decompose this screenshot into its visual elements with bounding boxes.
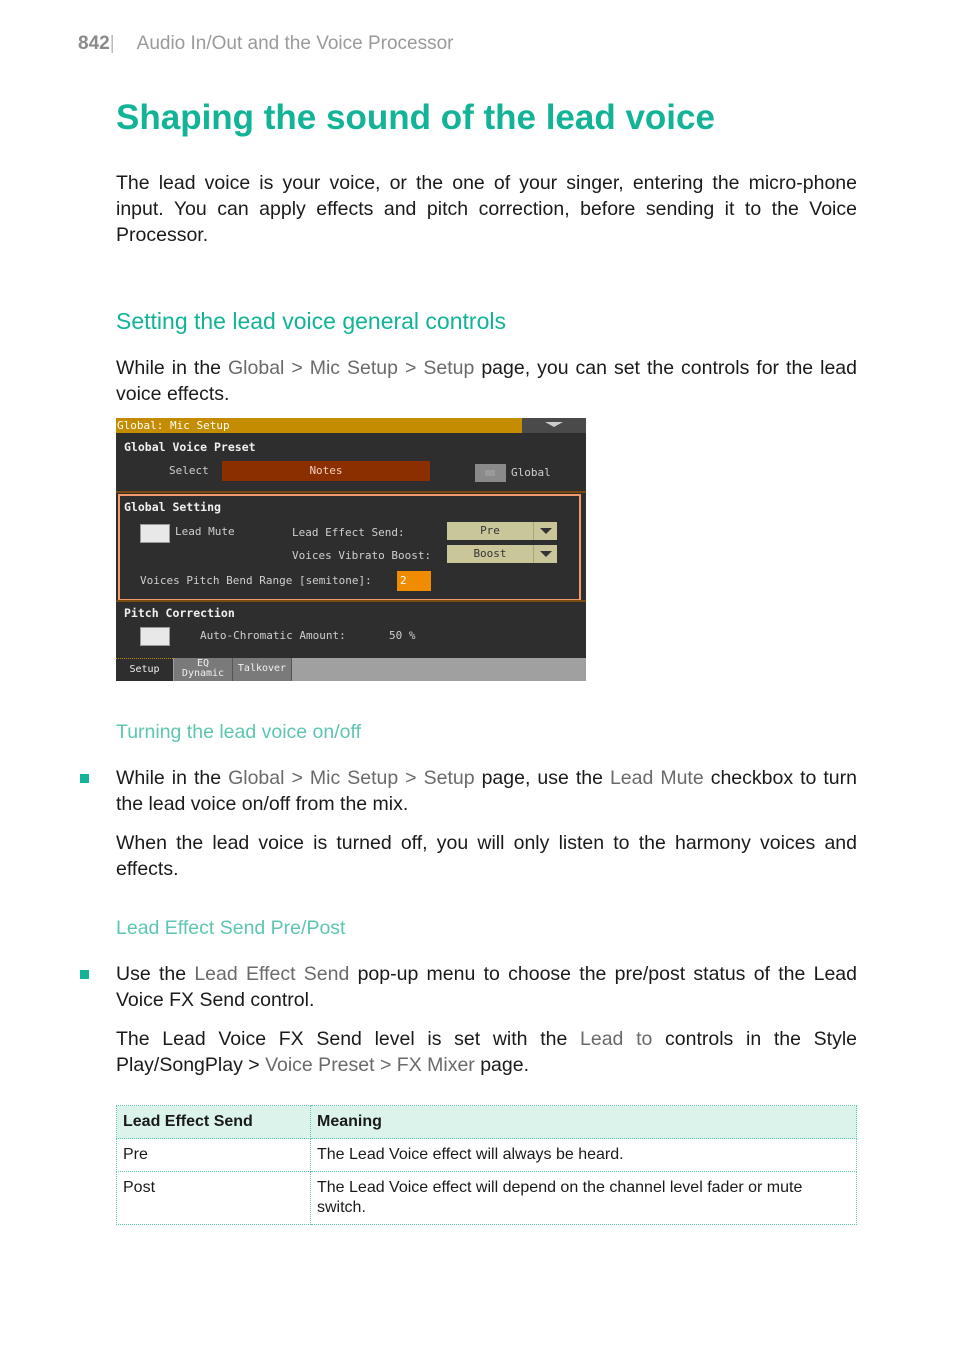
page-menu-button[interactable]	[522, 418, 586, 433]
ui-ref-lead-effect-send: Lead Effect Send	[194, 963, 350, 985]
pitch-bend-field[interactable]: 2	[397, 571, 431, 591]
vibrato-boost-dropdown[interactable]: Boost	[447, 545, 557, 563]
section-paragraph: While in the Global > Mic Setup > Setup …	[116, 355, 857, 407]
header-separator: |	[109, 33, 115, 54]
lead-effect-send-label: Lead Effect Send:	[292, 526, 405, 539]
page-header: 842| Audio In/Out and the Voice Processor	[78, 33, 454, 55]
ui-ref-setup: Setup	[423, 357, 475, 379]
text: The Lead Voice FX Send level is set with…	[116, 1028, 580, 1050]
global-checkbox-label: Global	[511, 466, 551, 479]
column-header: Meaning	[310, 1105, 857, 1139]
column-header: Lead Effect Send	[116, 1105, 311, 1139]
lead-mute-checkbox[interactable]	[140, 524, 170, 543]
table-row: Pre The Lead Voice effect will always be…	[116, 1138, 857, 1172]
intro-paragraph: The lead voice is your voice, or the one…	[116, 172, 857, 246]
path-separator: >	[374, 1054, 397, 1076]
ui-ref-lead-to: Lead to	[580, 1028, 653, 1050]
global-voice-preset-heading: Global Voice Preset	[124, 440, 256, 454]
paragraph: When the lead voice is turned off, you w…	[116, 832, 857, 880]
ui-ref-mic-setup: Mic Setup	[309, 357, 399, 379]
divider	[116, 491, 586, 493]
page-title: Shaping the sound of the lead voice	[116, 98, 715, 137]
tab-setup[interactable]: Setup	[116, 658, 173, 681]
ui-ref-global: Global	[228, 357, 285, 379]
table-cell: Post	[116, 1171, 311, 1225]
text: While in the	[116, 357, 228, 379]
table-cell: The Lead Voice effect will depend on the…	[310, 1171, 857, 1225]
tab-label-line2: Dynamic	[181, 668, 225, 679]
ui-ref-setup: Setup	[423, 767, 475, 789]
pitch-bend-label: Voices Pitch Bend Range [semitone]:	[140, 574, 372, 587]
paragraph: The Lead Voice FX Send level is set with…	[116, 1026, 857, 1078]
table-cell: The Lead Voice effect will always be hea…	[310, 1138, 857, 1172]
bullet-paragraph: While in the Global > Mic Setup > Setup …	[116, 765, 857, 817]
text: page, use the	[474, 767, 610, 789]
mic-setup-screenshot: Global: Mic Setup Global Voice Preset Se…	[116, 418, 586, 681]
pitch-correction-heading: Pitch Correction	[124, 606, 235, 620]
table-cell: Pre	[116, 1138, 311, 1172]
dropdown-value: Pre	[480, 524, 500, 537]
lead-mute-label: Lead Mute	[175, 525, 235, 538]
subsection-heading: Turning the lead voice on/off	[116, 721, 361, 743]
chevron-down-icon	[533, 522, 557, 540]
vibrato-boost-label: Voices Vibrato Boost:	[292, 549, 432, 562]
select-label: Select	[169, 464, 209, 477]
chevron-down-icon	[533, 545, 557, 563]
dropdown-value: Boost	[473, 547, 507, 560]
text: Use the	[116, 963, 195, 985]
bullet-paragraph: Use the Lead Effect Send pop-up menu to …	[116, 961, 857, 1013]
auto-chromatic-label: Auto-Chromatic Amount:	[200, 629, 346, 642]
ui-ref-lead-mute: Lead Mute	[609, 767, 704, 789]
voice-preset-select[interactable]: Notes	[222, 461, 430, 481]
page-number: 842	[78, 33, 110, 54]
pitch-correction-checkbox[interactable]	[140, 627, 170, 646]
table-header-row: Lead Effect Send Meaning	[116, 1105, 857, 1139]
path-separator: >	[284, 357, 310, 379]
chapter-title: Audio In/Out and the Voice Processor	[136, 33, 454, 54]
lead-effect-send-dropdown[interactable]: Pre	[447, 522, 557, 540]
table-row: Post The Lead Voice effect will depend o…	[116, 1171, 857, 1225]
text: While in the	[116, 767, 229, 789]
bullet-icon	[80, 970, 89, 979]
auto-chromatic-value[interactable]: 50 %	[389, 629, 416, 642]
tab-eq-dynamic[interactable]: EQ Dynamic	[174, 658, 233, 681]
subsection-heading: Lead Effect Send Pre/Post	[116, 917, 346, 939]
global-checkbox[interactable]	[475, 464, 506, 482]
tab-talkover[interactable]: Talkover	[233, 658, 292, 681]
ui-ref-voice-preset: Voice Preset	[265, 1054, 375, 1076]
ui-ref-fx-mixer: FX Mixer	[396, 1054, 475, 1076]
text: page.	[474, 1054, 529, 1076]
path-separator: >	[398, 767, 424, 789]
ui-ref-mic-setup: Mic Setup	[309, 767, 399, 789]
divider	[116, 600, 586, 602]
section-heading: Setting the lead voice general controls	[116, 308, 506, 334]
tab-bar: Setup EQ Dynamic Talkover	[116, 658, 586, 681]
path-separator: >	[284, 767, 310, 789]
ui-ref-global: Global	[228, 767, 285, 789]
lead-effect-send-table: Lead Effect Send Meaning Pre The Lead Vo…	[116, 1105, 857, 1225]
global-setting-heading: Global Setting	[124, 500, 221, 514]
bullet-icon	[80, 774, 89, 783]
path-separator: >	[398, 357, 424, 379]
window-title-bar: Global: Mic Setup	[116, 418, 523, 433]
